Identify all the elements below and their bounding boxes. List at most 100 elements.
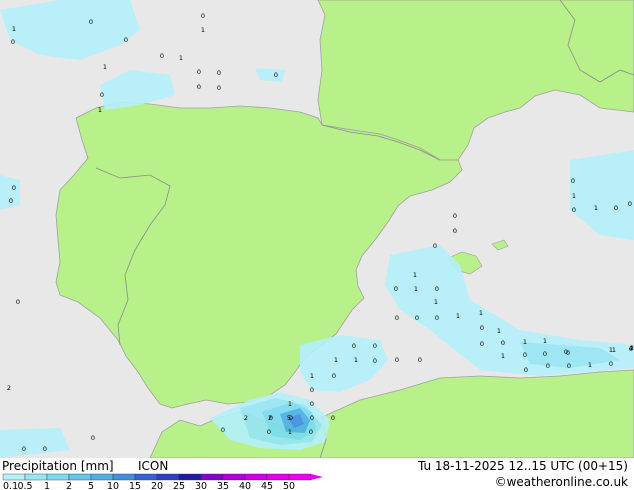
colorbar-tick-label: 15 bbox=[129, 481, 141, 490]
precip-value-label: 0 bbox=[501, 339, 505, 347]
precip-value-label: 2 bbox=[244, 414, 248, 422]
colorbar-tick-label: 0.1 bbox=[3, 481, 18, 490]
precip-value-label: 0 bbox=[332, 372, 336, 380]
precip-value-label: 2 bbox=[7, 384, 11, 392]
legend-footer: Precipitation [mm] ICON Tu 18-11-2025 12… bbox=[0, 458, 634, 490]
precip-value-label: 0 bbox=[197, 68, 201, 76]
precip-value-label: 0 bbox=[435, 314, 439, 322]
precip-value-label: 2 bbox=[268, 414, 272, 422]
precip-value-label: 0 bbox=[16, 298, 20, 306]
precip-value-label: 1 bbox=[523, 338, 527, 346]
valid-time: Tu 18-11-2025 12..15 UTC (00+15) bbox=[417, 459, 628, 473]
precip-value-label: 0 bbox=[331, 414, 335, 422]
precip-value-label: 0 bbox=[480, 340, 484, 348]
precip-value-label: 0 bbox=[310, 386, 314, 394]
precip-value-label: 0 bbox=[628, 200, 632, 208]
precip-value-label: 1 bbox=[501, 352, 505, 360]
precip-value-label: 0 bbox=[201, 12, 205, 20]
precip-value-label: 0 bbox=[197, 83, 201, 91]
colorbar-tick-label: 5 bbox=[88, 481, 94, 490]
precip-value-label: 1 bbox=[414, 285, 418, 293]
precip-value-label: 0 bbox=[572, 206, 576, 214]
model-name: ICON bbox=[138, 459, 168, 473]
precip-value-label: 0 bbox=[352, 342, 356, 350]
colorbar: 0.1 0.5 1 2 5 10 15 20 25 30 35 40 45 50 bbox=[2, 473, 323, 490]
precipitation-map: 0 1 0 0 1 0 0 1 1 0 0 0 0 0 0 1 0 0 0 0 0 1 0 1 0 0 0 1 0 1 0 1 0 0 0 1 1 0 1 0… bbox=[0, 0, 634, 458]
precip-value-label: 0 bbox=[373, 357, 377, 365]
colorbar-swatch bbox=[244, 473, 268, 481]
precip-value-label: 1 bbox=[588, 361, 592, 369]
precip-value-label: 0 bbox=[89, 18, 93, 26]
colorbar-tick-label: 30 bbox=[195, 481, 207, 490]
colorbar-tick-label: 20 bbox=[151, 481, 163, 490]
precip-value-label: 0 bbox=[524, 366, 528, 374]
precip-value-label: 1 bbox=[434, 298, 438, 306]
precip-value-label: 0 bbox=[310, 414, 314, 422]
precip-value-label: 0 bbox=[100, 91, 104, 99]
precip-value-label: 0 bbox=[22, 445, 26, 453]
colorbar-tick-label: 45 bbox=[261, 481, 273, 490]
precip-value-label: 0 bbox=[221, 426, 225, 434]
precip-value-label: 0 bbox=[571, 177, 575, 185]
precip-value-label: 0 bbox=[395, 356, 399, 364]
precip-value-label: 0 bbox=[12, 184, 16, 192]
precip-value-label: 1 bbox=[334, 356, 338, 364]
colorbar-tick-label: 50 bbox=[283, 481, 295, 490]
colorbar-tick-label: 1 bbox=[44, 481, 50, 490]
precip-value-label: 1 bbox=[288, 428, 292, 436]
colorbar-tick-label: 10 bbox=[107, 481, 119, 490]
precip-value-label: 0 bbox=[11, 38, 15, 46]
precip-value-label: 0 bbox=[373, 342, 377, 350]
precip-value-label: 0 bbox=[433, 242, 437, 250]
precip-value-label: 1 bbox=[354, 356, 358, 364]
colorbar-swatch bbox=[90, 473, 114, 481]
precip-value-label: 1 bbox=[543, 337, 547, 345]
colorbar-swatch bbox=[68, 473, 92, 481]
precip-value-label: 0 bbox=[567, 362, 571, 370]
precip-value-label: 0 bbox=[43, 445, 47, 453]
colorbar-tick-label: 25 bbox=[173, 481, 185, 490]
colorbar-swatch bbox=[178, 473, 202, 481]
precip-value-label: 1 bbox=[288, 400, 292, 408]
precip-value-label: 0 bbox=[543, 350, 547, 358]
colorbar-swatch bbox=[46, 473, 70, 481]
credit-text: ©weatheronline.co.uk bbox=[495, 475, 628, 489]
colorbar-swatch bbox=[112, 473, 136, 481]
precip-value-label: 1 bbox=[103, 63, 107, 71]
colorbar-swatch bbox=[288, 473, 312, 481]
precip-value-label: 0 bbox=[480, 324, 484, 332]
precip-value-label: 0 bbox=[546, 362, 550, 370]
precip-value-label: 0 bbox=[217, 84, 221, 92]
precip-value-label: 0 bbox=[523, 351, 527, 359]
precip-value-label: 0 bbox=[435, 285, 439, 293]
colorbar-swatch bbox=[222, 473, 246, 481]
precip-value-label: 0 bbox=[453, 227, 457, 235]
precip-value-label: 1 bbox=[497, 327, 501, 335]
precip-value-label: 1 bbox=[201, 26, 205, 34]
precip-value-label: 0 bbox=[267, 428, 271, 436]
precip-value-label: 0 bbox=[217, 69, 221, 77]
colorbar-swatch bbox=[24, 473, 48, 481]
precip-value-label: 0 bbox=[310, 400, 314, 408]
precip-value-label: 1 bbox=[479, 309, 483, 317]
precip-value-label: 1 bbox=[456, 312, 460, 320]
precip-value-label: 0 bbox=[394, 285, 398, 293]
colorbar-swatch bbox=[266, 473, 290, 481]
precip-value-label: 1 bbox=[612, 346, 616, 354]
precip-value-label: 2 bbox=[630, 344, 634, 352]
precip-value-label: 1 bbox=[179, 54, 183, 62]
colorbar-arrow bbox=[311, 474, 323, 480]
precip-value-label: 0 bbox=[395, 314, 399, 322]
colorbar-swatch bbox=[200, 473, 224, 481]
precip-value-label: 0 bbox=[418, 356, 422, 364]
precip-value-label: 0 bbox=[614, 204, 618, 212]
colorbar-swatch bbox=[134, 473, 158, 481]
precip-value-label: 1 bbox=[98, 106, 102, 114]
precip-value-label: 1 bbox=[310, 372, 314, 380]
precip-value-label: 0 bbox=[415, 314, 419, 322]
colorbar-swatch bbox=[2, 473, 26, 481]
precip-value-label: 1 bbox=[572, 192, 576, 200]
precip-value-label: 1 bbox=[594, 204, 598, 212]
colorbar-swatch bbox=[156, 473, 180, 481]
precip-value-label: 0 bbox=[91, 434, 95, 442]
